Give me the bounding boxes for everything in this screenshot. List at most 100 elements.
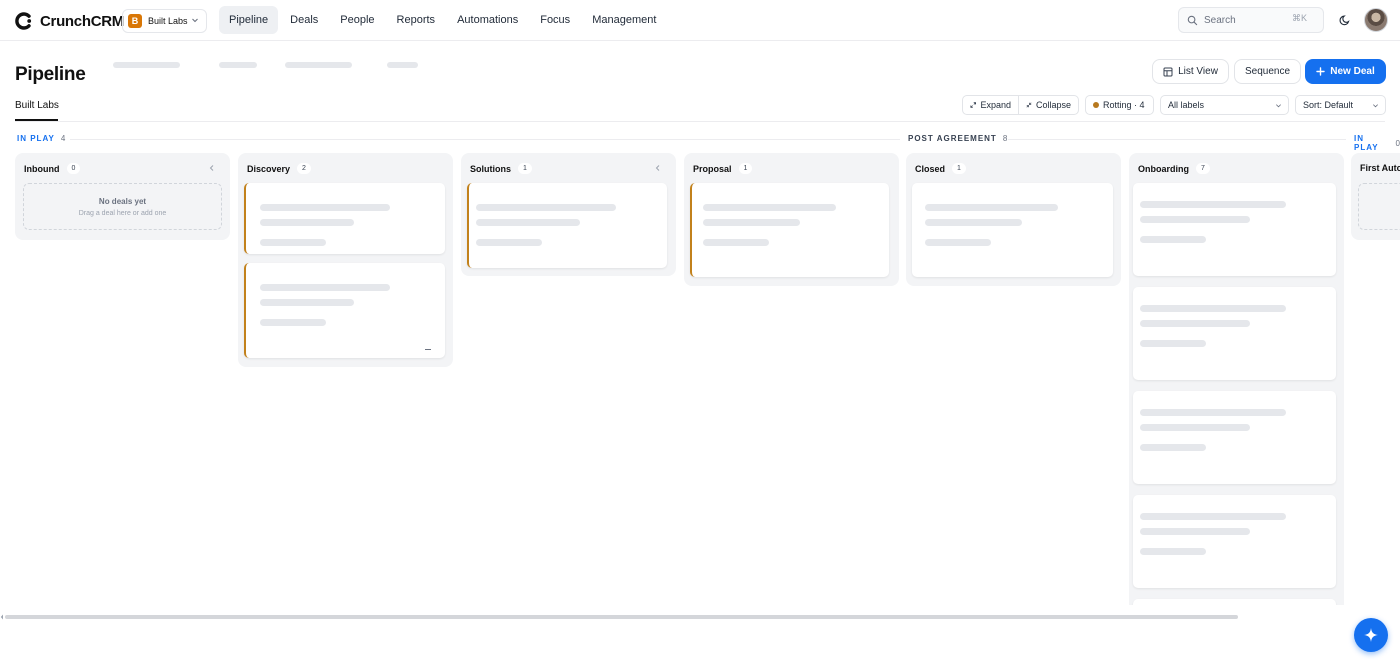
sequence-button[interactable]: Sequence [1234, 59, 1301, 84]
loading-placeholder [1140, 236, 1206, 243]
deal-card[interactable] [1133, 287, 1336, 380]
loading-placeholder [260, 299, 354, 306]
search-icon [1187, 15, 1198, 25]
column-name: Inbound [24, 163, 60, 174]
sort-select-value: Sort: Default [1303, 100, 1354, 110]
expand-button[interactable]: Expand [962, 95, 1019, 115]
nav-focus[interactable]: Focus [530, 6, 580, 34]
deal-card[interactable] [1133, 183, 1336, 276]
deal-card[interactable] [912, 183, 1113, 277]
chevron-down-icon [1276, 104, 1281, 108]
loading-placeholder [1140, 201, 1286, 208]
horizontal-scrollbar[interactable] [5, 615, 1238, 619]
column-header: Closed 1 [915, 163, 966, 174]
loading-placeholder [476, 204, 616, 211]
collapse-button[interactable]: Collapse [1018, 95, 1079, 115]
column-first-auto: First Auto [1351, 153, 1400, 240]
chevron-left-icon[interactable] [208, 164, 216, 172]
column-count: 1 [952, 163, 966, 174]
loading-placeholder [1140, 424, 1250, 431]
loading-placeholder [925, 219, 1022, 226]
loading-placeholder [260, 239, 326, 246]
moon-icon [1339, 15, 1350, 26]
loading-placeholder [1140, 513, 1286, 520]
nav-pipeline[interactable]: Pipeline [219, 6, 279, 34]
empty-title: No deals yet [98, 197, 147, 206]
column-count: 1 [738, 163, 753, 174]
sequence-label: Sequence [1244, 66, 1291, 77]
scroll-left-arrow-icon[interactable] [0, 614, 4, 620]
list-view-label: List View [1178, 66, 1218, 77]
section-divider [1008, 139, 1346, 140]
user-avatar[interactable] [1364, 8, 1388, 32]
column-header: Inbound 0 [24, 163, 81, 174]
workspace-name: Built Labs [148, 16, 188, 26]
search-input[interactable] [1204, 14, 1284, 26]
nav-automations[interactable]: Automations [447, 6, 528, 34]
page-title: Pipeline [15, 64, 86, 85]
deal-card[interactable] [244, 183, 445, 254]
labels-select[interactable]: All labels [1160, 95, 1289, 115]
loading-placeholder [703, 219, 800, 226]
column-name: Solutions [470, 163, 511, 174]
workspace-switcher[interactable]: B Built Labs [122, 9, 207, 33]
loading-placeholder [1140, 528, 1250, 535]
loading-placeholder [476, 219, 580, 226]
plus-icon [1316, 67, 1325, 76]
deal-card[interactable] [467, 183, 667, 268]
rotting-dot-icon [1093, 102, 1099, 108]
deal-card[interactable] [1133, 391, 1336, 484]
column-name: Discovery [247, 163, 291, 174]
deal-card[interactable] [690, 183, 889, 277]
loading-placeholder [285, 62, 352, 68]
loading-placeholder [1140, 340, 1206, 347]
column-count: 0 [66, 163, 81, 174]
rotting-filter-button[interactable]: Rotting · 4 [1085, 95, 1154, 115]
loading-placeholder [387, 62, 418, 68]
nav-management[interactable]: Management [582, 6, 666, 34]
loading-placeholder [703, 204, 836, 211]
deal-card[interactable] [244, 263, 445, 358]
empty-drop-zone[interactable]: No deals yet Drag a deal here or add one [23, 183, 222, 230]
search-shortcut: ⌘K [1291, 13, 1307, 23]
section-label: POST AGREEMENT [908, 134, 997, 143]
collapse-label: Collapse [1035, 100, 1071, 110]
empty-drop-zone[interactable] [1358, 183, 1400, 230]
nav-deals[interactable]: Deals [280, 6, 328, 34]
column-inbound: Inbound 0 No deals yet Drag a deal here … [15, 153, 230, 240]
loading-placeholder [1140, 305, 1286, 312]
sort-select[interactable]: Sort: Default [1295, 95, 1386, 115]
collapse-icon [1026, 102, 1032, 108]
loading-placeholder [1140, 216, 1250, 223]
expand-icon [970, 102, 977, 108]
section-count: 4 [60, 134, 66, 143]
section-count: 0 [1395, 138, 1400, 148]
crunchcrm-logo-icon [15, 12, 32, 30]
new-deal-button[interactable]: New Deal [1305, 59, 1386, 84]
loading-placeholder [1140, 409, 1286, 416]
list-view-button[interactable]: List View [1152, 59, 1229, 84]
ai-assistant-button[interactable] [1354, 618, 1388, 652]
tab-built-labs[interactable]: Built Labs [15, 100, 59, 111]
loading-placeholder [925, 204, 1058, 211]
nav-reports[interactable]: Reports [387, 6, 446, 34]
loading-placeholder [1140, 548, 1206, 555]
column-closed: Closed 1 [906, 153, 1121, 286]
section-count: 8 [1002, 134, 1008, 143]
search-box[interactable]: ⌘K [1178, 7, 1324, 33]
section-in-play: IN PLAY 4 [17, 134, 65, 143]
theme-toggle-button[interactable] [1335, 10, 1355, 30]
column-solutions: Solutions 1 [461, 153, 676, 276]
deal-card[interactable] [1133, 495, 1336, 588]
empty-subtitle: Drag a deal here or add one [78, 210, 167, 217]
deal-card[interactable] [1133, 599, 1336, 605]
chevron-left-icon[interactable] [654, 164, 662, 172]
section-post-agreement: POST AGREEMENT 8 [908, 134, 1007, 143]
chevron-down-icon [1373, 104, 1378, 108]
brand-logo[interactable]: CrunchCRM [14, 11, 124, 31]
sparkle-icon [1364, 628, 1378, 642]
loading-placeholder [1140, 444, 1206, 451]
nav-people[interactable]: People [330, 6, 384, 34]
column-discovery: Discovery 2 [238, 153, 453, 367]
labels-select-value: All labels [1168, 100, 1205, 110]
